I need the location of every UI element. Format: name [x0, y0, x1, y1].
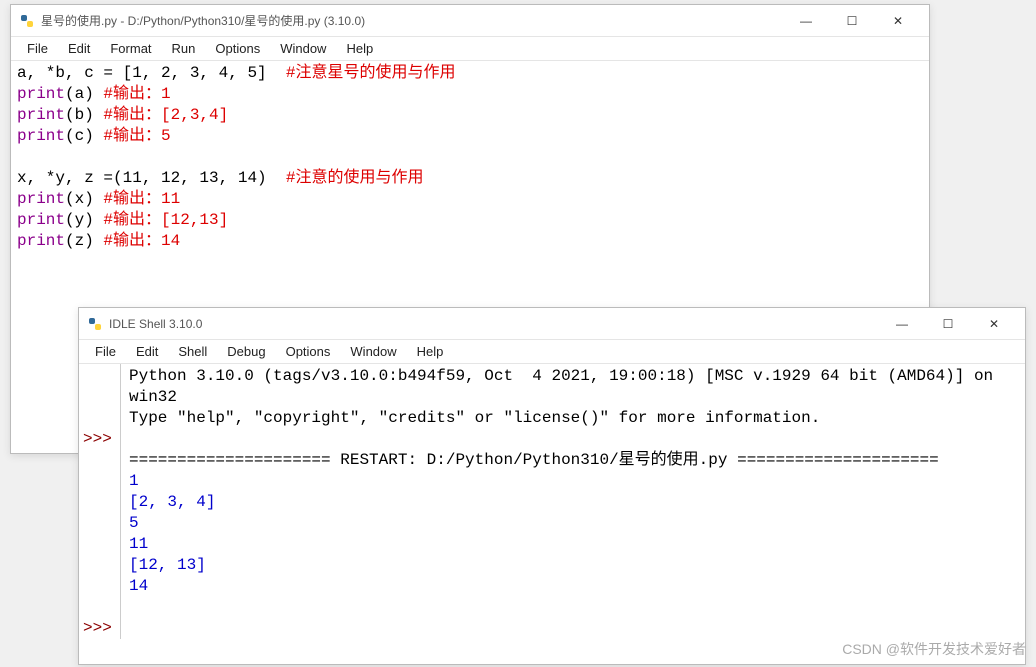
editor-menubar: File Edit Format Run Options Window Help — [11, 37, 929, 61]
menu-debug[interactable]: Debug — [217, 342, 275, 361]
code-comment: #输出：11 — [103, 190, 180, 208]
shell-output[interactable]: Python 3.10.0 (tags/v3.10.0:b494f59, Oct… — [121, 364, 1025, 639]
code-comment: #输出：[2,3,4] — [103, 106, 228, 124]
code-builtin: print — [17, 190, 65, 208]
code-line: x, *y, z =(11, 12, 13, 14) — [17, 169, 286, 187]
output-line: [2, 3, 4] — [129, 493, 215, 511]
code-args: (y) — [65, 211, 103, 229]
menu-options[interactable]: Options — [276, 342, 341, 361]
code-comment: #输出：5 — [103, 127, 170, 145]
code-comment: #输出：14 — [103, 232, 180, 250]
shell-window: IDLE Shell 3.10.0 — ☐ ✕ File Edit Shell … — [78, 307, 1026, 665]
menu-run[interactable]: Run — [162, 39, 206, 58]
menu-file[interactable]: File — [17, 39, 58, 58]
shell-title: IDLE Shell 3.10.0 — [109, 317, 879, 331]
menu-help[interactable]: Help — [407, 342, 454, 361]
prompt: >>> — [83, 429, 120, 450]
shell-menubar: File Edit Shell Debug Options Window Hel… — [79, 340, 1025, 364]
code-builtin: print — [17, 211, 65, 229]
menu-edit[interactable]: Edit — [58, 39, 100, 58]
window-controls: — ☐ ✕ — [783, 6, 921, 36]
shell-titlebar[interactable]: IDLE Shell 3.10.0 — ☐ ✕ — [79, 308, 1025, 340]
code-builtin: print — [17, 232, 65, 250]
prompt-gutter: >>> >>> — [79, 364, 121, 639]
shell-body[interactable]: >>> >>> Python 3.10.0 (tags/v3.10.0:b494… — [79, 364, 1025, 639]
code-args: (z) — [65, 232, 103, 250]
menu-edit[interactable]: Edit — [126, 342, 168, 361]
editor-titlebar[interactable]: 星号的使用.py - D:/Python/Python310/星号的使用.py … — [11, 5, 929, 37]
menu-window[interactable]: Window — [340, 342, 406, 361]
window-controls: — ☐ ✕ — [879, 309, 1017, 339]
minimize-button[interactable]: — — [783, 6, 829, 36]
python-icon — [87, 316, 103, 332]
code-args: (x) — [65, 190, 103, 208]
editor-title: 星号的使用.py - D:/Python/Python310/星号的使用.py … — [41, 12, 783, 29]
menu-shell[interactable]: Shell — [168, 342, 217, 361]
output-line: 5 — [129, 514, 139, 532]
code-args: (b) — [65, 106, 103, 124]
menu-format[interactable]: Format — [100, 39, 161, 58]
output-line: 1 — [129, 472, 139, 490]
code-comment: #注意星号的使用与作用 — [286, 64, 456, 82]
code-comment: #输出：[12,13] — [103, 211, 228, 229]
code-args: (c) — [65, 127, 103, 145]
close-button[interactable]: ✕ — [971, 309, 1017, 339]
menu-file[interactable]: File — [85, 342, 126, 361]
menu-window[interactable]: Window — [270, 39, 336, 58]
close-button[interactable]: ✕ — [875, 6, 921, 36]
python-icon — [19, 13, 35, 29]
output-line: 11 — [129, 535, 148, 553]
code-builtin: print — [17, 106, 65, 124]
banner: Python 3.10.0 (tags/v3.10.0:b494f59, Oct… — [129, 367, 1003, 406]
prompt: >>> — [83, 618, 120, 639]
code-comment: #输出：1 — [103, 85, 170, 103]
restart-line: ===================== RESTART: D:/Python… — [129, 451, 939, 469]
banner: Type "help", "copyright", "credits" or "… — [129, 409, 820, 427]
maximize-button[interactable]: ☐ — [925, 309, 971, 339]
code-builtin: print — [17, 127, 65, 145]
code-line: a, *b, c = [1, 2, 3, 4, 5] — [17, 64, 286, 82]
menu-options[interactable]: Options — [205, 39, 270, 58]
code-editor[interactable]: a, *b, c = [1, 2, 3, 4, 5] #注意星号的使用与作用 p… — [11, 61, 929, 254]
output-line: [12, 13] — [129, 556, 206, 574]
code-comment: #注意的使用与作用 — [286, 169, 424, 187]
output-line: 14 — [129, 577, 148, 595]
menu-help[interactable]: Help — [336, 39, 383, 58]
code-builtin: print — [17, 85, 65, 103]
code-args: (a) — [65, 85, 103, 103]
minimize-button[interactable]: — — [879, 309, 925, 339]
maximize-button[interactable]: ☐ — [829, 6, 875, 36]
